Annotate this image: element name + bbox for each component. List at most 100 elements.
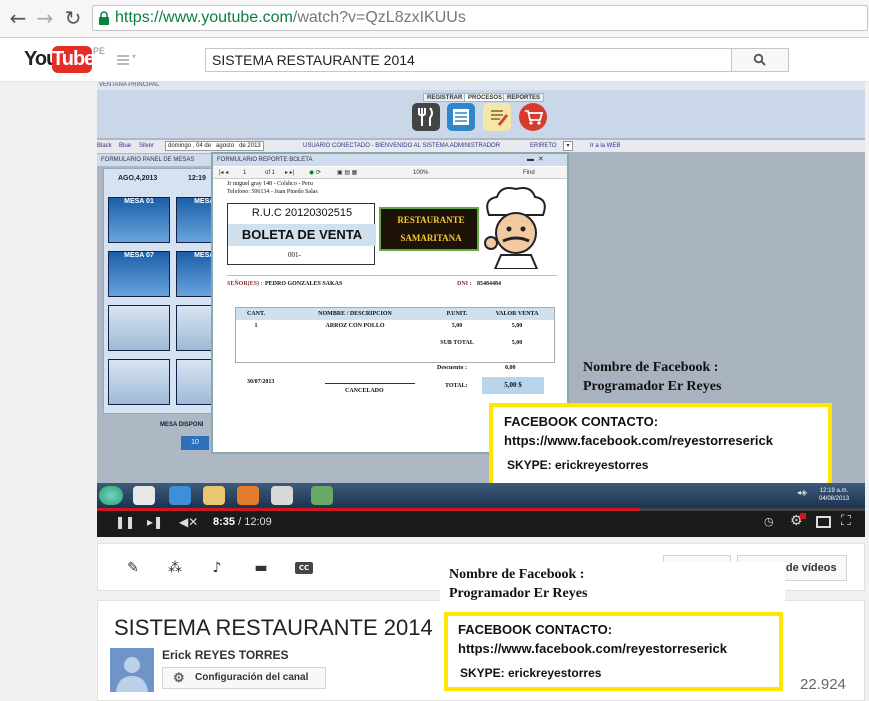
tab-registrar: REGISTRAR (423, 93, 467, 102)
page-current: 1 (243, 170, 247, 176)
ie-icon (169, 486, 191, 505)
chevron-down-icon: ▾ (132, 52, 137, 61)
discount-label: Descuento : (437, 365, 467, 371)
table-header: VALOR VENTA (480, 308, 554, 320)
overlay-contact-label: FACEBOOK CONTACTO: (504, 414, 659, 429)
theme-blue: Blue (119, 143, 132, 149)
tab-procesos: PROCESOS (464, 93, 507, 102)
annotations-icon[interactable]: ▬ (252, 559, 270, 577)
user-silhouette-icon (116, 657, 148, 692)
url-scheme: https:// (115, 9, 164, 26)
guide-menu-icon[interactable] (117, 55, 129, 65)
firefox-icon (237, 486, 259, 505)
mesa-tile-empty (108, 359, 170, 405)
progress-fill (97, 508, 640, 511)
region-label: PE (93, 46, 106, 56)
address-bar[interactable]: https://www.youtube.com/watch?v=QzL8zxIK… (92, 5, 868, 31)
mesa-panel-time: 12:19 (188, 175, 206, 182)
mesa-tile-01: MESA 01 (108, 197, 170, 243)
youtube-logo-tube[interactable]: Tube (52, 46, 95, 73)
list-icon (447, 103, 475, 131)
player-controls: ❚❚ ▸❚ ◀✕ 8:35 / 12:09 ◷ ⚙ ⛶ (97, 508, 865, 537)
mesa-panel-date: AGO,4,2013 (118, 175, 158, 182)
avatar[interactable] (110, 648, 154, 692)
mesa-tile-label: MESA 01 (124, 198, 154, 205)
back-icon[interactable]: ← (6, 6, 30, 30)
current-time: 8:35 (213, 516, 236, 528)
hd-badge (800, 513, 806, 519)
windows-taskbar: ◂◈ 12:19 a.m. 04/08/2013 (97, 483, 865, 508)
table-header: P.UNIT. (434, 308, 480, 320)
video-overlay-name: Nombre de Facebook : Programador Er Reye… (583, 358, 721, 396)
next-icon[interactable]: ▸❚ (147, 515, 163, 529)
pause-icon[interactable]: ❚❚ (115, 515, 135, 529)
mesa-tile-empty (108, 305, 170, 351)
channel-settings-button[interactable]: ⚙ Configuración del canal (162, 667, 326, 689)
app-window-title: VENTANA PRINCIPAL (97, 82, 865, 90)
table-header: NOMBRE / DESCRIPCION (276, 308, 434, 320)
forward-icon[interactable]: → (33, 6, 57, 30)
sign-line2: SAMARITANA (400, 233, 462, 243)
mesa-tile-07: MESA 07 (108, 251, 170, 297)
sign-line1: RESTAURANTE (397, 215, 465, 225)
payment-status: CANCELADO (345, 388, 384, 394)
find-label: Find (523, 170, 535, 176)
start-icon (99, 486, 123, 505)
reload-icon[interactable]: ↻ (61, 6, 85, 30)
mesa-disponible-label: MESA DISPONI (160, 422, 204, 428)
theme-black: Black (97, 143, 112, 149)
page-overlay-contact-label: FACEBOOK CONTACTO: (458, 622, 613, 637)
page-of: of 1 (265, 170, 276, 176)
page-overlay-contact-box: FACEBOOK CONTACTO: https://www.facebook.… (444, 612, 783, 691)
video-player[interactable]: VENTANA PRINCIPAL REGISTRAR PROCESOS REP… (97, 82, 865, 537)
subtotal-label: SUB TOTAL (440, 340, 474, 346)
app-icon (311, 486, 333, 505)
overlay-name-label: Nombre de Facebook : (583, 360, 719, 375)
search-icon (753, 53, 766, 66)
progress-bar[interactable] (97, 508, 865, 511)
dni-label: DNI : (457, 281, 472, 287)
customer-name: PEDRO GONZALES SAKAS (265, 281, 343, 287)
overlay-skype: SKYPE: erickreyestorres (507, 458, 649, 472)
mesa-panel: AGO,4,2013 12:19 MESA 01 MESA 0 MESA 07 … (103, 168, 238, 414)
mesa-disponible-count: 10 (181, 436, 209, 450)
page-overlay-name: Nombre de Facebook : Programador Er Reye… (449, 565, 587, 603)
date-month: agosto (216, 143, 235, 149)
search-input[interactable]: SISTEMA RESTAURANTE 2014 (205, 48, 732, 72)
fullscreen-icon[interactable]: ⛶ (841, 513, 851, 529)
duration: 12:09 (244, 516, 272, 528)
dni-value: 85484484 (477, 281, 501, 287)
total-value: 5,00 $ (482, 377, 544, 394)
table-cell: 5,00 (511, 323, 523, 329)
video-title: SISTEMA RESTAURANTE 2014 (114, 615, 433, 640)
taskbar-time: 12:19 a.m. (819, 488, 849, 494)
channel-name[interactable]: Erick REYES TORRES (162, 648, 289, 662)
refresh-icon: ◉ ⟳ (309, 170, 321, 176)
signature-line (325, 383, 415, 384)
table-cell: ARROZ CON POLLO (325, 323, 385, 329)
ruc-box: R.U.C 20120302515 BOLETA DE VENTA 001- (227, 203, 376, 265)
theater-icon[interactable] (816, 516, 831, 528)
next-page-icon: ▸ ▸| (285, 170, 295, 176)
lock-icon (99, 11, 109, 25)
cutlery-icon (412, 103, 440, 131)
enhance-icon[interactable]: ⁂ (166, 559, 184, 577)
url-path: /watch?v=QzL8zxIKUUs (292, 9, 466, 26)
date-day: domingo , 04 de (168, 143, 212, 149)
report-toolbar: |◂ ◂ 1 of 1 ▸ ▸| ◉ ⟳ ▣ ▤ ▦ 100% Find (213, 167, 567, 179)
view-count: 22.924 (800, 676, 846, 693)
search-button[interactable] (731, 48, 789, 72)
url-host: www.youtube.com (163, 9, 293, 26)
notepad-icon (483, 103, 511, 131)
ruc-number: R.U.C 20120302515 (251, 207, 353, 219)
app-ribbon: REGISTRAR PROCESOS REPORTES (97, 90, 865, 138)
zoom-level: 100% (413, 170, 429, 176)
report-titlebar: FORMULARIO REPORTE BOLETA (213, 154, 567, 166)
page-overlay-name-value: Programador Er Reyes (449, 586, 588, 601)
mute-icon[interactable]: ◀✕ (179, 515, 198, 529)
video-frame[interactable]: VENTANA PRINCIPAL REGISTRAR PROCESOS REP… (97, 82, 865, 508)
audio-icon[interactable]: ♪ (208, 559, 226, 577)
watch-later-icon[interactable]: ◷ (764, 515, 774, 528)
captions-icon[interactable]: CC (295, 562, 313, 574)
edit-icon[interactable]: ✎ (124, 559, 142, 577)
